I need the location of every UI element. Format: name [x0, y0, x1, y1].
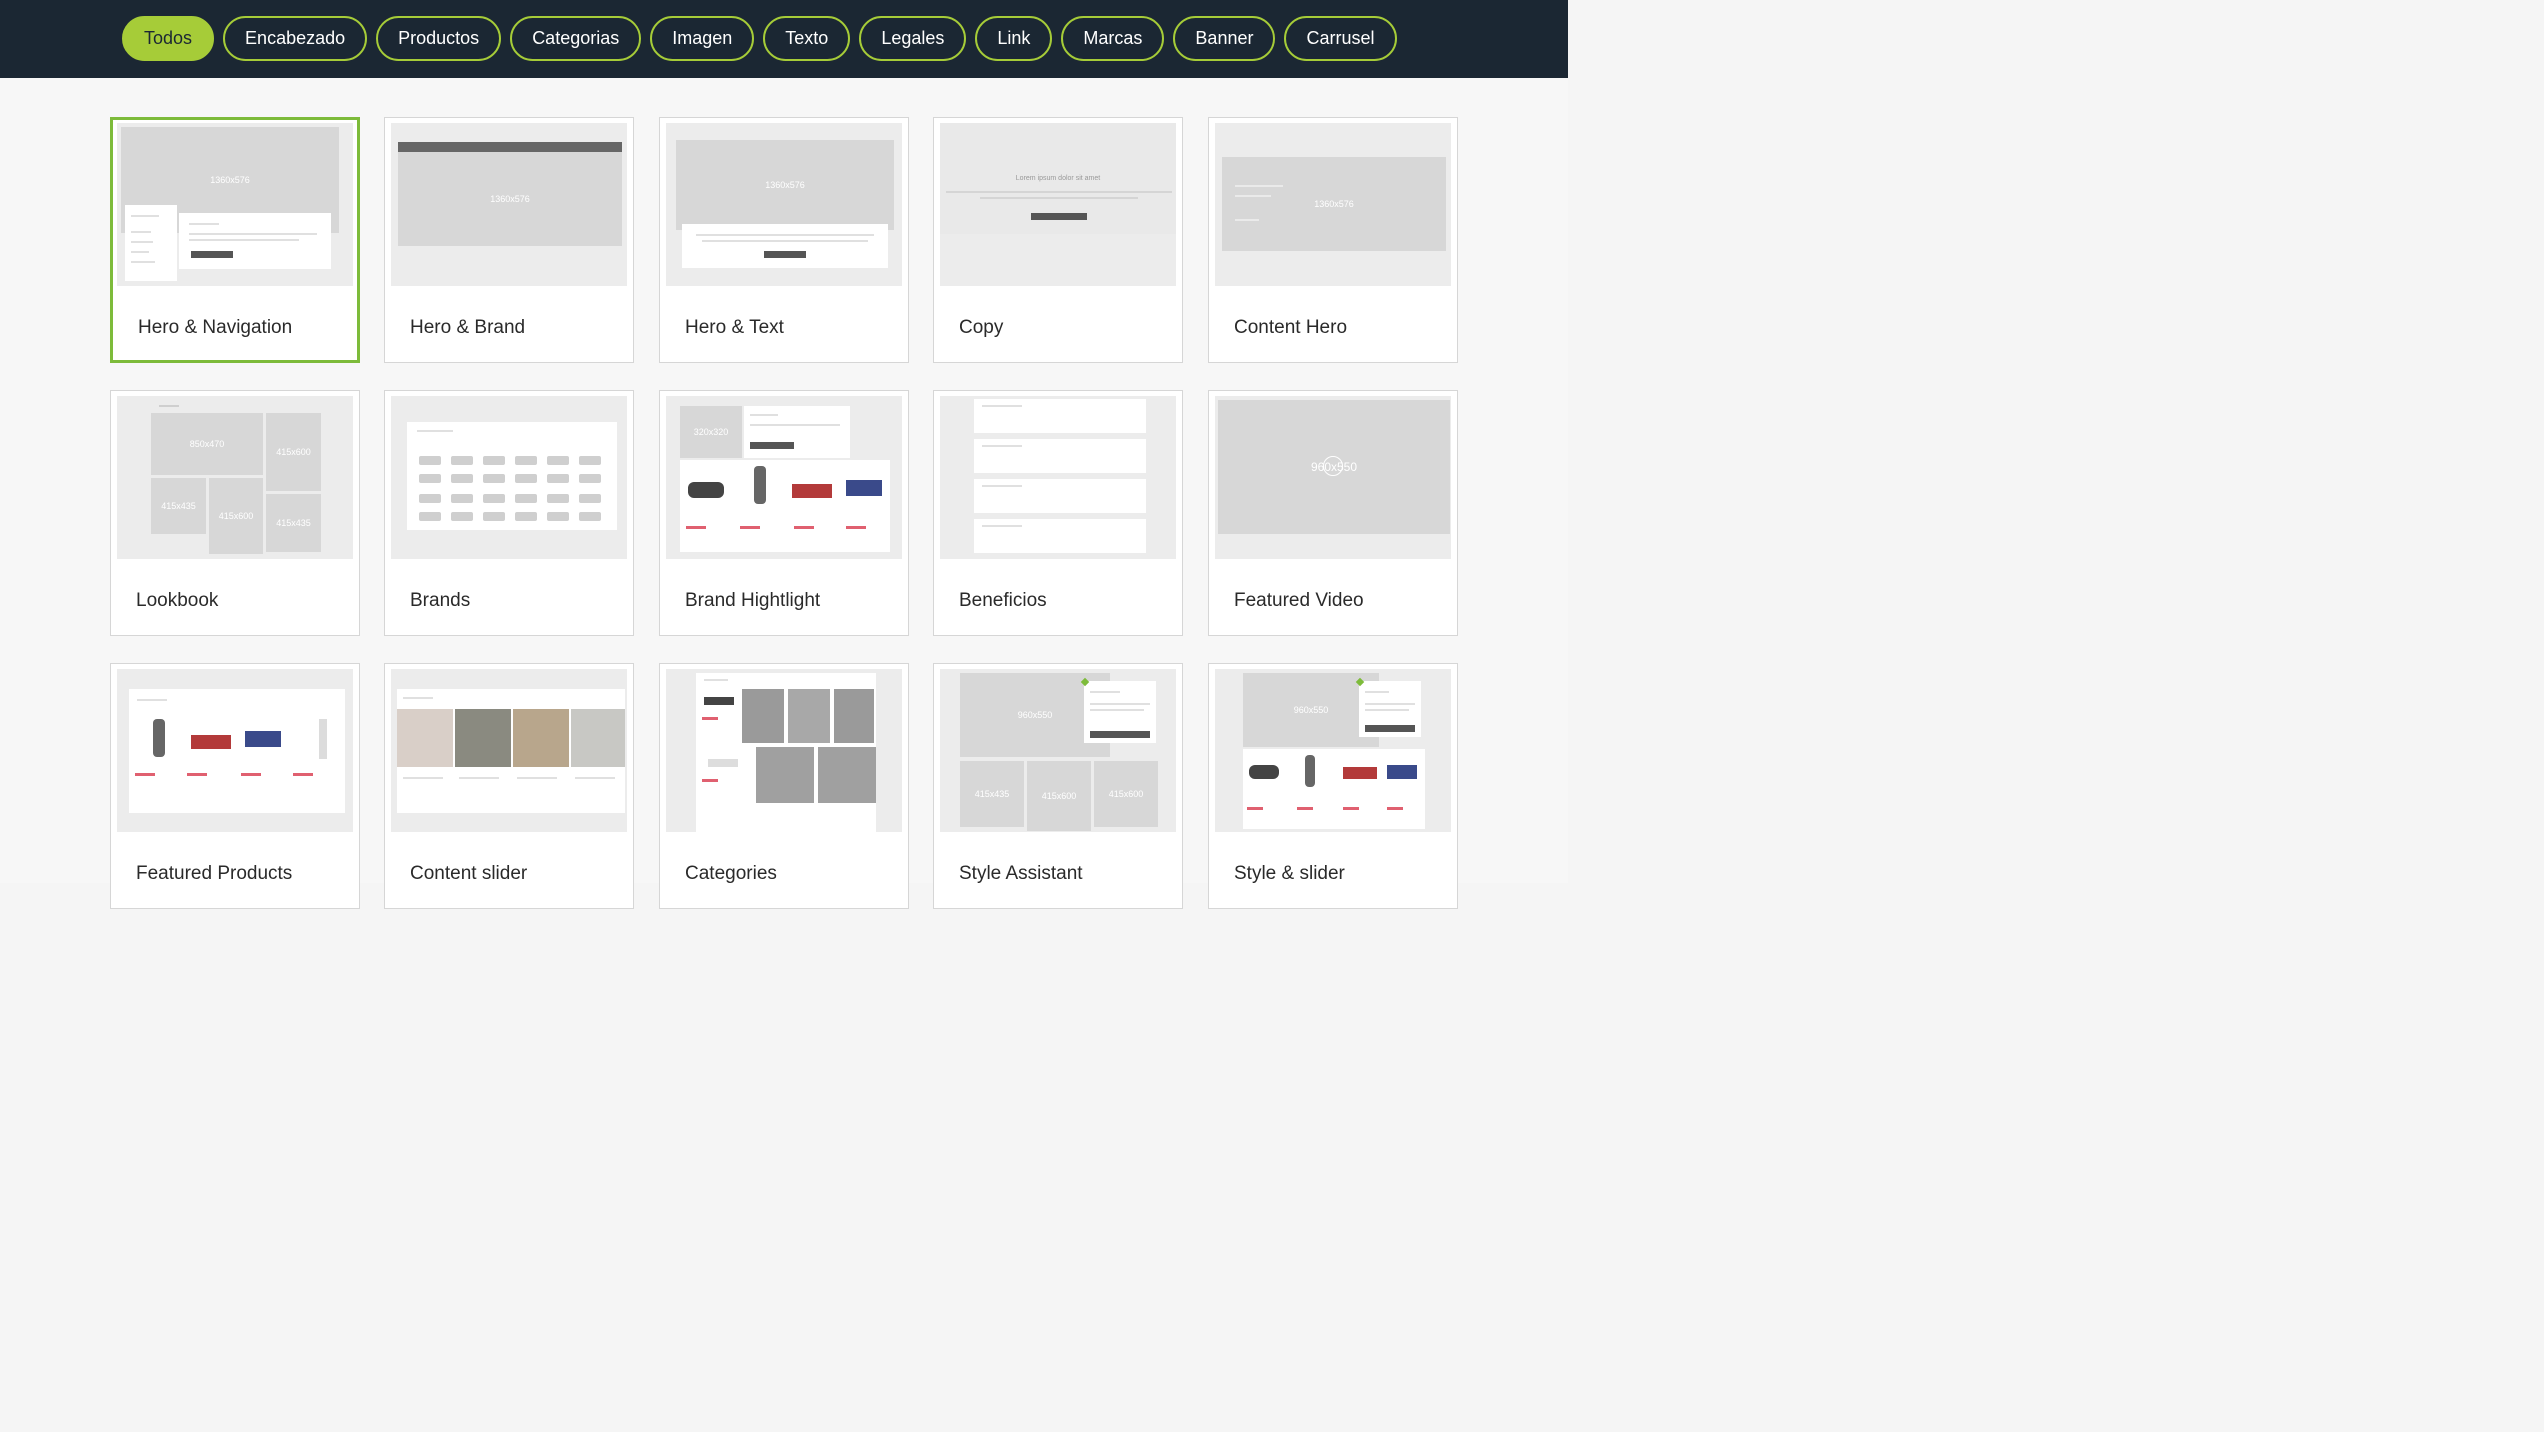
template-card-label: Brand Hightlight: [685, 590, 821, 611]
text-panel: [682, 224, 888, 268]
filter-productos[interactable]: Productos: [376, 16, 502, 61]
template-card-featured-video[interactable]: 960x550 Featured Video: [1208, 390, 1458, 636]
template-thumbnail: 1360x576: [117, 123, 353, 286]
image-placeholder: 415x435: [960, 761, 1024, 827]
template-card-hero-brand[interactable]: 1360x576 Hero & Brand: [384, 117, 634, 363]
template-thumbnail: 960x550: [1215, 669, 1451, 832]
categories-panel: [696, 673, 876, 832]
template-card-label: Categories: [685, 863, 777, 884]
image-placeholder: 415x600: [1094, 761, 1158, 827]
template-thumbnail: [666, 669, 902, 832]
template-thumbnail: [391, 669, 627, 832]
template-card-label: Style Assistant: [959, 863, 1083, 884]
filter-bar: Todos Encabezado Productos Categorias Im…: [0, 0, 1568, 78]
filter-link[interactable]: Link: [975, 16, 1053, 61]
filter-banner[interactable]: Banner: [1173, 16, 1276, 61]
filter-pills: Todos Encabezado Productos Categorias Im…: [122, 16, 1397, 61]
image-placeholder: 320x320: [680, 406, 742, 458]
template-card-label: Featured Products: [136, 863, 293, 884]
image-placeholder: 415x435: [266, 494, 321, 552]
text-panel: [179, 213, 331, 269]
template-card-label: Hero & Brand: [410, 317, 526, 338]
filter-legales[interactable]: Legales: [859, 16, 967, 61]
filter-texto[interactable]: Texto: [763, 16, 851, 61]
image-placeholder: 415x600: [1027, 761, 1091, 831]
filter-marcas[interactable]: Marcas: [1061, 16, 1165, 61]
filter-carrusel[interactable]: Carrusel: [1284, 16, 1397, 61]
text-panel: [744, 406, 850, 458]
benefit-row: [974, 519, 1146, 553]
template-thumbnail: 1360x576: [391, 123, 627, 286]
benefit-row: [974, 479, 1146, 513]
template-card-label: Style & slider: [1234, 863, 1345, 884]
template-thumbnail: 960x550 415x435 415x600 415x600: [940, 669, 1176, 832]
template-card-label: Brands: [410, 590, 471, 611]
copy-block: Lorem ipsum dolor sit amet: [940, 123, 1176, 234]
template-card-label: Featured Video: [1234, 590, 1364, 611]
benefit-row: [974, 439, 1146, 473]
image-placeholder: 415x600: [266, 413, 321, 491]
assistant-panel: [1359, 681, 1421, 737]
filter-encabezado[interactable]: Encabezado: [223, 16, 368, 61]
template-thumbnail: 1360x576: [666, 123, 902, 286]
brands-panel: [407, 422, 617, 530]
template-card-beneficios[interactable]: Beneficios: [933, 390, 1183, 636]
brand-header-bar: [398, 142, 622, 152]
template-card-label: Copy: [959, 317, 1004, 338]
template-card-label: Hero & Navigation: [138, 317, 293, 338]
template-card-categories[interactable]: Categories: [659, 663, 909, 909]
template-card-content-hero[interactable]: 1360x576 Content Hero: [1208, 117, 1458, 363]
template-card-label: Hero & Text: [685, 317, 784, 338]
template-card-style-slider[interactable]: 960x550 Style & slider: [1208, 663, 1458, 909]
nav-panel: [125, 205, 177, 281]
filter-categorias[interactable]: Categorias: [510, 16, 642, 61]
template-thumbnail: 320x320: [666, 396, 902, 559]
template-card-featured-products[interactable]: Featured Products: [110, 663, 360, 909]
image-placeholder: 1360x576: [398, 152, 622, 246]
template-card-lookbook[interactable]: 850x470 415x600 415x435 415x600 415x435 …: [110, 390, 360, 636]
template-card-brands[interactable]: Brands: [384, 390, 634, 636]
template-thumbnail: 850x470 415x600 415x435 415x600 415x435: [117, 396, 353, 559]
template-card-brand-hightlight[interactable]: 320x320 Brand Hightlight: [659, 390, 909, 636]
template-card-content-slider[interactable]: Content slider: [384, 663, 634, 909]
products-panel: [129, 689, 345, 813]
template-card-copy[interactable]: Lorem ipsum dolor sit amet Copy: [933, 117, 1183, 363]
template-grid: 1360x576 Hero & Navigation 1360x576 Hero…: [0, 78, 1568, 909]
filter-todos[interactable]: Todos: [122, 16, 215, 61]
filter-imagen[interactable]: Imagen: [650, 16, 755, 61]
template-card-label: Content Hero: [1234, 317, 1348, 338]
template-card-label: Lookbook: [136, 590, 219, 611]
template-card-hero-navigation[interactable]: 1360x576 Hero & Navigation: [110, 117, 360, 363]
template-card-label: Beneficios: [959, 590, 1047, 611]
products-panel: [1243, 749, 1425, 829]
template-card-label: Content slider: [410, 863, 528, 884]
template-card-style-assistant[interactable]: 960x550 415x435 415x600 415x600 Style As…: [933, 663, 1183, 909]
copy-title: Lorem ipsum dolor sit amet: [1015, 175, 1101, 182]
benefit-row: [974, 399, 1146, 433]
template-thumbnail: Lorem ipsum dolor sit amet: [940, 123, 1176, 286]
play-icon: [1323, 456, 1343, 476]
image-placeholder: 1360x576: [1222, 157, 1446, 251]
image-placeholder: 1360x576: [676, 140, 894, 230]
assistant-panel: [1084, 681, 1156, 743]
template-card-hero-text[interactable]: 1360x576 Hero & Text: [659, 117, 909, 363]
image-placeholder: 415x435: [151, 478, 206, 534]
template-thumbnail: [117, 669, 353, 832]
template-thumbnail: 1360x576: [1215, 123, 1451, 286]
slider-panel: [397, 689, 625, 813]
image-placeholder: 415x600: [209, 478, 263, 554]
template-thumbnail: [940, 396, 1176, 559]
image-placeholder: 850x470: [151, 413, 263, 475]
template-thumbnail: [391, 396, 627, 559]
template-thumbnail: 960x550: [1215, 396, 1451, 559]
products-panel: [680, 460, 890, 552]
